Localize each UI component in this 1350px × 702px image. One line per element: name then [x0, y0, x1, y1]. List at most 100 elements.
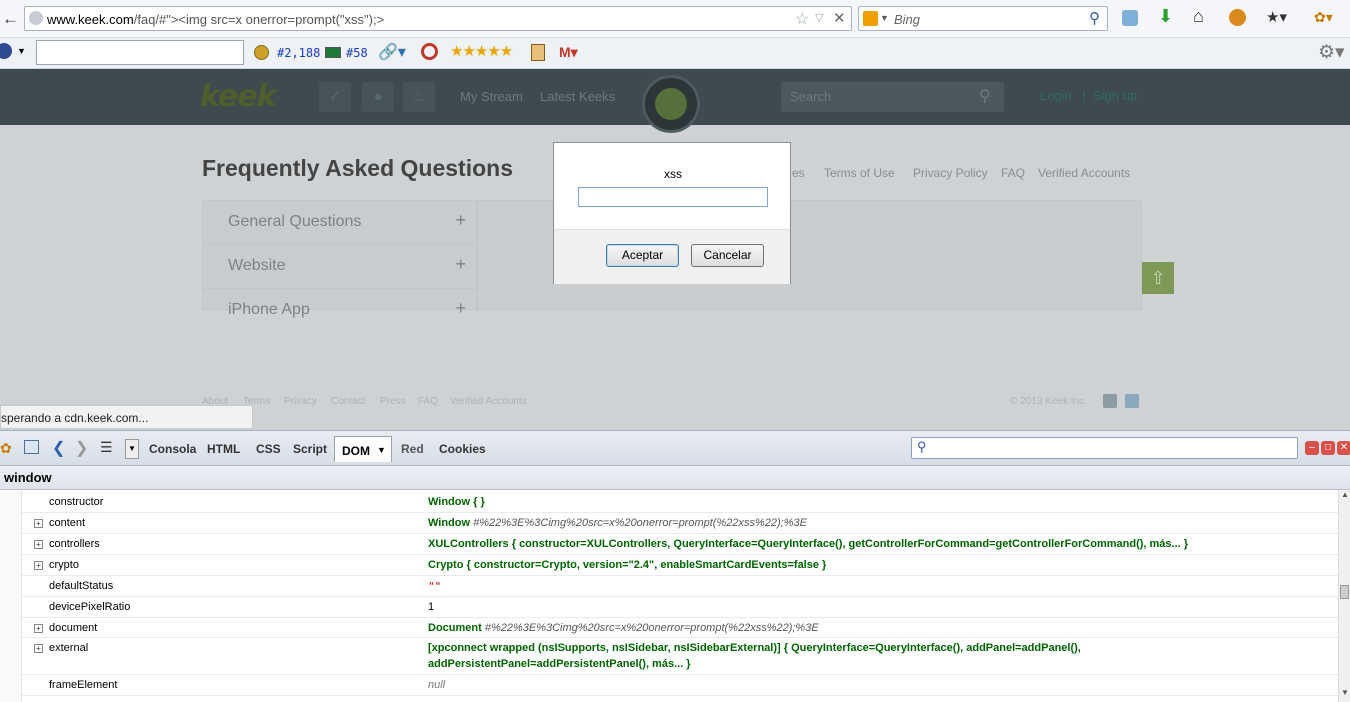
dom-row[interactable]: frameElement null	[22, 675, 1338, 696]
notebook-icon[interactable]	[531, 44, 545, 61]
faq-item-iphone[interactable]: iPhone App +	[203, 289, 478, 318]
search-icon[interactable]: ⚲	[1089, 9, 1100, 27]
expand-plus-icon[interactable]: +	[455, 254, 466, 275]
expand-icon[interactable]: +	[34, 644, 43, 653]
back-arrow-icon[interactable]: ❮	[52, 438, 65, 458]
prop-value[interactable]: Crypto { constructor=Crypto, version="2.…	[428, 559, 826, 571]
expand-icon[interactable]: +	[34, 540, 43, 549]
expand-icon[interactable]: +	[34, 519, 43, 528]
facebook-icon[interactable]	[1103, 394, 1117, 408]
footer-faq[interactable]: FAQ	[418, 396, 438, 407]
signup-link[interactable]: Sign up	[1093, 88, 1137, 103]
settings-gear-icon[interactable]: ⚙▾	[1318, 41, 1345, 64]
footer-privacy[interactable]: Privacy	[284, 396, 317, 407]
tab-cookies[interactable]: Cookies	[439, 442, 486, 456]
back-icon[interactable]: ←	[2, 9, 19, 29]
faq-item-general[interactable]: General Questions +	[203, 201, 478, 245]
expand-icon[interactable]: +	[34, 561, 43, 570]
footer-contact[interactable]: Contact	[331, 396, 365, 407]
top-link-terms[interactable]: Terms of Use	[824, 166, 895, 180]
dom-row[interactable]: constructor Window { }	[22, 492, 1338, 513]
dom-row[interactable]: + crypto Crypto { constructor=Crypto, ve…	[22, 555, 1338, 576]
record-button[interactable]	[642, 75, 700, 133]
prop-value[interactable]: Window #%22%3E%3Cimg%20src=x%20onerror=p…	[428, 517, 807, 529]
prop-value-continued[interactable]: addPersistentPanel=addPersistentPanel(),…	[428, 658, 691, 670]
dom-scrollbar[interactable]: ▲ ▼	[1338, 490, 1350, 702]
panel-dropdown-icon[interactable]: ▼	[125, 439, 139, 459]
scroll-top-icon[interactable]: ⇧	[1142, 262, 1174, 294]
prop-value[interactable]: null	[428, 679, 445, 691]
prop-value[interactable]: Window { }	[428, 496, 485, 508]
dom-row[interactable]: + controllers XULControllers { construct…	[22, 534, 1338, 555]
scroll-down-icon[interactable]: ▼	[1341, 688, 1349, 697]
dom-row[interactable]: + content Window #%22%3E%3Cimg%20src=x%2…	[22, 513, 1338, 534]
firebug-search-input[interactable]: ⚲	[911, 437, 1298, 459]
dom-row[interactable]: + document Document #%22%3E%3Cimg%20src=…	[22, 618, 1338, 638]
firebug-icon[interactable]: ✿	[0, 440, 12, 457]
expand-plus-icon[interactable]: +	[455, 298, 466, 319]
stop-icon[interactable]: ✕	[833, 9, 846, 27]
prop-value[interactable]: ""	[428, 580, 441, 593]
prop-value[interactable]: XULControllers { constructor=XULControll…	[428, 538, 1188, 550]
tab-script[interactable]: Script	[293, 442, 327, 456]
breadcrumb-window[interactable]: window	[4, 470, 52, 485]
tab-net[interactable]: Red	[401, 442, 424, 456]
dom-row[interactable]: defaultStatus ""	[22, 576, 1338, 597]
site-search-icon[interactable]: ⚲	[979, 86, 991, 106]
profile-icon[interactable]	[1229, 9, 1246, 26]
nav-latest-keeks[interactable]: Latest Keeks	[540, 89, 615, 104]
tab-html[interactable]: HTML	[207, 442, 240, 456]
close-icon[interactable]: ✕	[1337, 441, 1350, 455]
prop-value[interactable]: 1	[428, 601, 434, 613]
site-search-input[interactable]: Search ⚲	[781, 82, 1004, 112]
expand-plus-icon[interactable]: +	[455, 210, 466, 231]
wot-icon[interactable]	[421, 43, 438, 60]
url-bar[interactable]: www.keek.com/faq/#"><img src=x onerror=p…	[24, 6, 852, 31]
cancel-button[interactable]: Cancelar	[691, 244, 764, 267]
tab-dom-dropdown-icon[interactable]: ▼	[377, 445, 386, 455]
alexa-icon[interactable]	[0, 43, 12, 59]
chat-icon[interactable]: ●	[362, 82, 394, 112]
faq-item-website[interactable]: Website +	[203, 245, 478, 289]
bookmarks-menu-icon[interactable]: ★▾	[1266, 8, 1287, 26]
minimize-icon[interactable]: –	[1305, 441, 1319, 455]
accept-button[interactable]: Aceptar	[606, 244, 679, 267]
dialog-input[interactable]	[578, 187, 768, 207]
detach-icon[interactable]: □	[1321, 441, 1335, 455]
tab-console[interactable]: Consola	[149, 442, 196, 456]
gmail-icon[interactable]: M▾	[559, 44, 578, 61]
scroll-up-icon[interactable]: ▲	[1341, 490, 1349, 499]
extension-icon[interactable]: ✿▾	[1314, 9, 1333, 26]
engine-dropdown-icon[interactable]: ▼	[880, 13, 889, 23]
download-icon[interactable]: ⬇	[1158, 6, 1173, 27]
forward-arrow-icon[interactable]: ❯	[75, 438, 88, 458]
twitter-icon[interactable]	[1125, 394, 1139, 408]
link-icon[interactable]: 🔗▾	[378, 42, 406, 62]
nav-my-stream[interactable]: My Stream	[460, 89, 523, 104]
inspect-icon[interactable]	[24, 440, 39, 454]
scroll-thumb[interactable]	[1340, 585, 1349, 599]
top-link-faq[interactable]: FAQ	[1001, 166, 1025, 180]
dropdown-arrow-icon[interactable]: ▽	[815, 11, 823, 24]
top-link-verified[interactable]: Verified Accounts	[1038, 166, 1130, 180]
footer-press[interactable]: Press	[380, 396, 406, 407]
tab-css[interactable]: CSS	[256, 442, 281, 456]
top-link-features[interactable]: es	[792, 166, 805, 180]
prop-value[interactable]: [xpconnect wrapped (nsISupports, nsISide…	[428, 642, 1081, 654]
panel-menu-icon[interactable]: ☰	[100, 439, 113, 456]
site-logo[interactable]: keek	[200, 79, 277, 114]
addon-icon[interactable]	[1122, 10, 1138, 26]
alexa-dropdown-icon[interactable]: ▼	[17, 46, 26, 56]
expand-icon[interactable]: +	[34, 624, 43, 633]
bell-icon[interactable]: ♨	[403, 82, 435, 112]
footer-verified[interactable]: Verified Accounts	[450, 396, 527, 407]
toolbar-search-input[interactable]	[36, 40, 244, 65]
login-link[interactable]: Login	[1040, 88, 1072, 103]
dom-row[interactable]: devicePixelRatio 1	[22, 597, 1338, 618]
dom-row[interactable]: + external [xpconnect wrapped (nsISuppor…	[22, 638, 1338, 675]
search-bar[interactable]: ▼ Bing ⚲	[858, 6, 1108, 31]
bing-engine-icon[interactable]	[863, 11, 878, 26]
home-icon[interactable]: ⌂	[1193, 6, 1204, 27]
prop-value[interactable]: Document #%22%3E%3Cimg%20src=x%20onerror…	[428, 622, 819, 634]
tab-dom[interactable]: DOM ▼	[334, 436, 392, 462]
